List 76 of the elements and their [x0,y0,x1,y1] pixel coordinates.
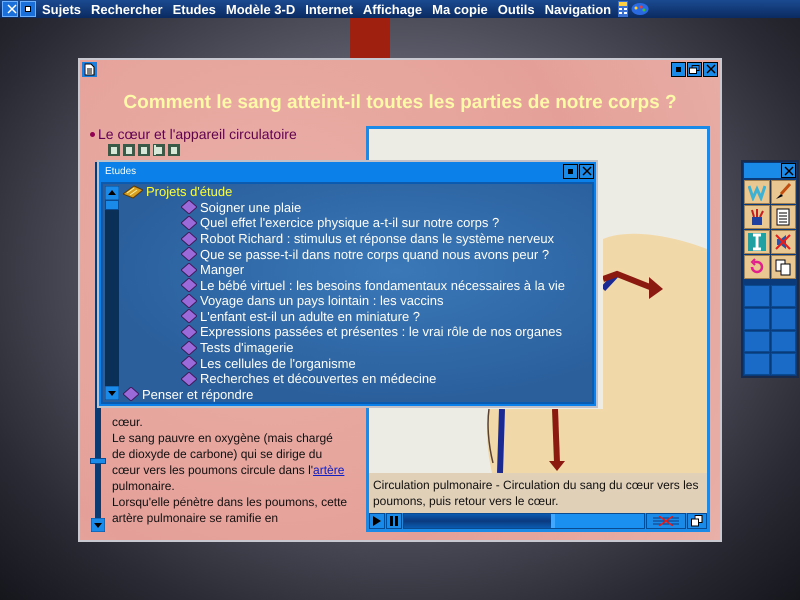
tree-item[interactable]: Soigner une plaie [200,200,302,215]
book-icon [181,340,197,355]
frame-icon[interactable] [138,144,150,156]
tree-item[interactable]: L'enfant est-il un adulte en miniature ? [200,308,420,324]
menu-item[interactable]: Rechercher [87,2,167,16]
frame-icon[interactable] [168,144,180,156]
tree-item[interactable]: Robot Richard : stimulus et réponse dans le système nerveux [200,231,554,246]
paintbrush-icon[interactable] [770,180,796,204]
tree-item[interactable]: Expressions passées et présentes : le vrai rôle de nos organes [200,324,562,340]
tree-item[interactable]: Les cellules de l'organisme [200,356,356,371]
page-heading: Comment le sang atteint-il toutes les parties de notre corps ? [122,92,678,114]
calculator-icon[interactable] [618,1,628,17]
text-cursor-icon[interactable] [744,230,770,254]
book-icon [181,247,197,262]
menu-item[interactable]: Sujets [38,2,86,16]
scroll-bar[interactable] [105,186,119,400]
frame-icon[interactable] [123,144,135,156]
copy-icon[interactable] [770,255,796,279]
down-arrow-icon[interactable] [91,518,105,532]
minimize-button[interactable] [20,1,36,17]
play-icon [373,516,381,526]
restore-button[interactable] [687,62,702,76]
close-button[interactable] [703,62,718,76]
tree-item[interactable]: Recherches et découvertes en médecine [200,371,436,386]
tree-item[interactable]: Quel effet l'exercice physique a-t-il sur notre corps ? [200,215,500,230]
topic-link[interactable]: Le cœur et l'appareil circulatoire [98,126,297,142]
frame-icon[interactable] [108,144,120,156]
scroll-thumb[interactable] [90,458,106,464]
page-icon[interactable] [82,62,97,76]
menu-item[interactable]: Internet [301,2,357,16]
up-arrow-icon[interactable] [105,186,119,200]
pause-button[interactable] [386,513,402,529]
document-icon[interactable] [770,205,796,229]
book-icon [123,387,139,402]
book-icon [181,232,197,246]
play-button[interactable] [369,513,385,529]
menu-item[interactable]: Etudes [168,2,220,16]
glossary-link[interactable]: artère [313,463,344,477]
menu-item[interactable]: Ma copie [428,2,492,16]
tree-item[interactable]: Penser et répondre [142,386,254,402]
pause-icon [390,516,398,526]
book-icon [181,200,197,214]
tree-item[interactable]: Voyage dans un pays lointain : les vaccins [200,293,444,308]
book-icon [181,262,197,277]
book-icon [181,309,197,324]
down-arrow-icon[interactable] [105,386,119,400]
book-icon [181,372,197,386]
window-button[interactable] [687,513,707,529]
tree-item[interactable]: Projets d'étude [146,184,232,200]
body-paragraph: Lorsqu'elle pénètre dans les poumons, cette artère pulmonaire se ramifie en [112,494,348,526]
menu-item[interactable]: Outils [494,2,539,16]
close-button[interactable] [579,164,594,178]
figure-caption: Circulation pulmonaire - Circulation du sang du cœur vers les poumons, puis retour vers le cœur. [369,473,707,513]
scroll-thumb[interactable] [105,200,119,210]
pencil-cup-icon[interactable] [744,205,770,229]
close-icon [6,4,16,14]
book-icon [181,356,197,370]
window-title: Etudes [104,166,136,176]
tree-item[interactable]: Le bébé virtuel : les besoins fondamentaux nécessaires à la vie [200,278,565,293]
body-paragraph: cœur. [112,414,144,430]
menu-item[interactable]: Navigation [540,2,616,16]
close-button[interactable] [2,1,18,17]
muted-speaker-icon[interactable] [770,230,796,254]
tree-item[interactable]: Que se passe-t-il dans notre corps quand nous avons peur ? [200,246,550,262]
tree-item[interactable]: Manger [200,262,244,278]
menu-item[interactable]: Affichage [358,2,426,16]
book-icon [181,216,197,230]
body-paragraph: Le sang pauvre en oxygène (mais chargé de dioxyde de carbone) qui se dirige du cœur vers les poumons circule dans l'artère pulmonaire. [112,430,346,494]
bullet-icon [90,132,95,136]
close-button[interactable] [781,163,796,178]
book-icon [181,278,197,292]
menu-item[interactable]: Modèle 3-D [222,2,300,16]
tree-item[interactable]: Tests d'imagerie [200,340,294,356]
book-icon [181,324,197,339]
minimize-button[interactable] [671,62,686,76]
book-icon [181,294,197,308]
